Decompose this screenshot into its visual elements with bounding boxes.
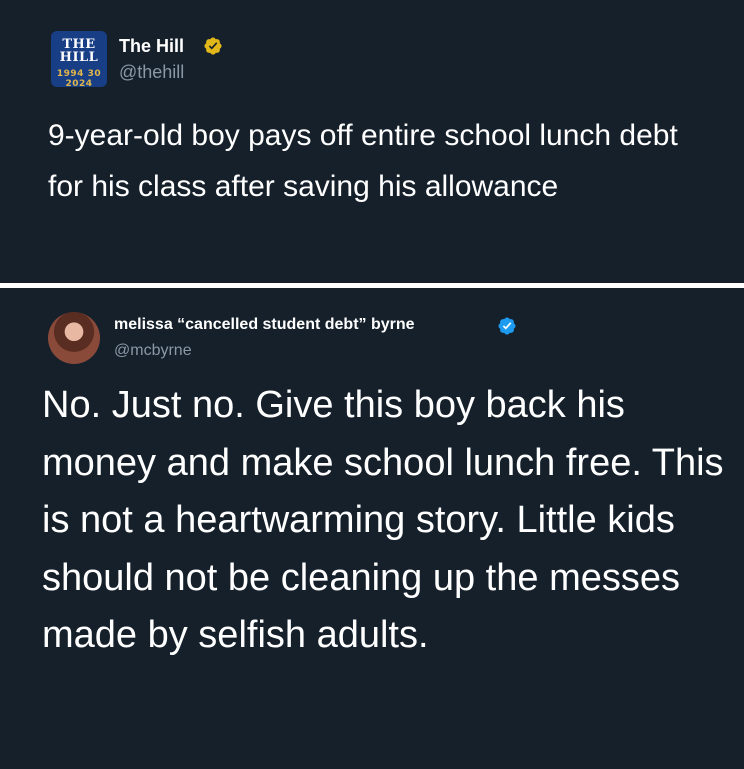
post-text: No. Just no. Give this boy back his mone… (42, 384, 724, 656)
the-hill-avatar[interactable]: THE HILL 1994 30 2024 (51, 31, 107, 87)
author-handle[interactable]: @mcbyrne (114, 340, 192, 362)
verified-gold-badge-icon (204, 37, 222, 55)
user-avatar[interactable] (48, 312, 100, 364)
quoted-post-the-hill[interactable]: THE HILL 1994 30 2024 The Hill @thehill … (0, 0, 744, 283)
logo-text-hill: HILL (59, 50, 99, 65)
author-handle[interactable]: @thehill (119, 61, 184, 83)
logo-text-anniversary: 1994 30 2024 (56, 69, 102, 87)
author-display-name[interactable]: melissa “cancelled student debt” byrne (114, 314, 415, 336)
post-text: 9-year-old boy pays off entire school lu… (48, 119, 678, 203)
verified-blue-badge-icon (498, 317, 516, 335)
author-display-name[interactable]: The Hill (119, 35, 184, 57)
